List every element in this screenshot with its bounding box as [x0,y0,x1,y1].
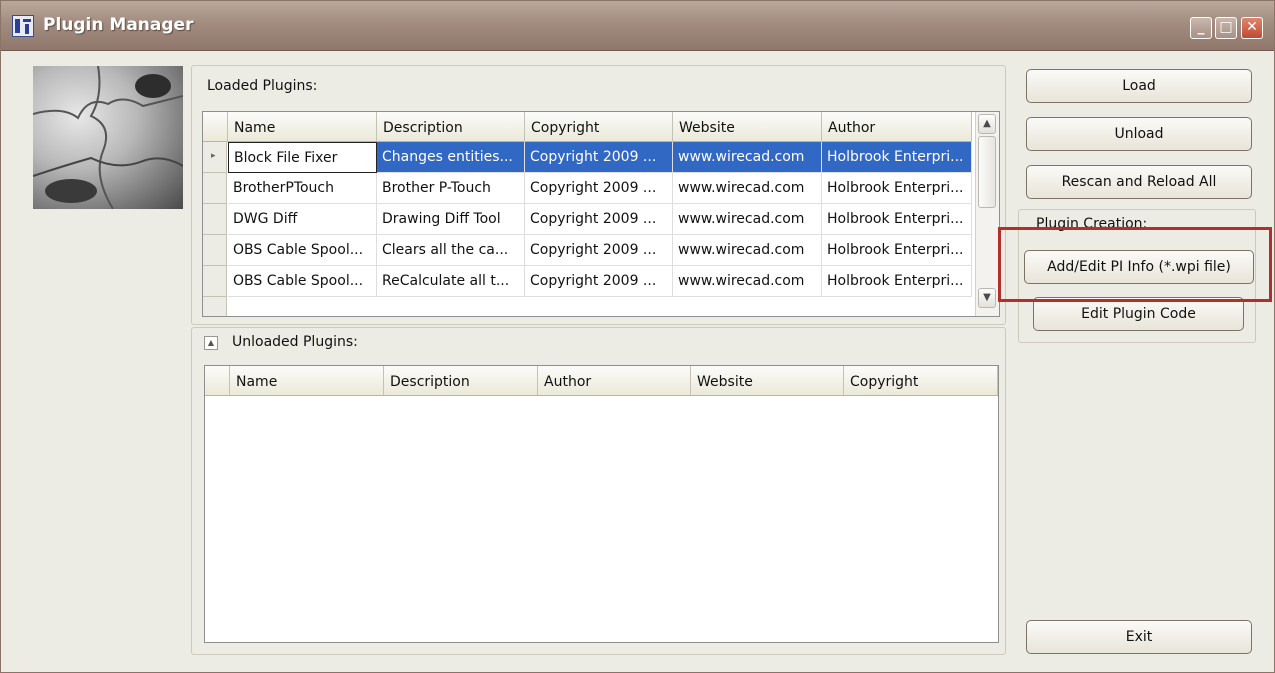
column-header-website[interactable]: Website [691,366,844,396]
load-button[interactable]: Load [1026,69,1252,103]
grid-cell[interactable]: DWG Diff [228,204,377,235]
grid-cell[interactable]: www.wirecad.com [673,204,822,235]
grid-cell[interactable]: Copyright 2009 ... [525,142,673,173]
column-header-name[interactable]: Name [228,112,377,142]
scroll-up-button[interactable]: ▲ [978,114,996,134]
rescan-reload-button[interactable]: Rescan and Reload All [1026,165,1252,199]
loaded-plugins-label: Loaded Plugins: [207,78,318,94]
grid-cell[interactable]: Holbrook Enterpri... [822,204,972,235]
plugin-manager-window: Plugin Manager _ □ ✕ Loaded Plugins: Nam… [0,0,1275,673]
minimize-icon: _ [1197,19,1205,35]
grid-cell[interactable]: Block File Fixer [228,142,377,173]
column-header-author[interactable]: Author [538,366,691,396]
grid-cell[interactable]: Brother P-Touch [377,173,525,204]
window-title: Plugin Manager [43,15,194,35]
grid-cell[interactable]: Holbrook Enterpri... [822,266,972,297]
loaded-plugins-grid[interactable]: Name Description Copyright Website Autho… [202,111,1000,317]
grid-corner [205,366,230,396]
edit-plugin-code-button[interactable]: Edit Plugin Code [1033,297,1244,331]
column-header-author[interactable]: Author [822,112,972,142]
grid-cell[interactable]: Copyright 2009 ... [525,266,673,297]
puzzle-image [33,66,183,209]
chevron-down-icon: ▼ [983,292,991,303]
grid-cell[interactable]: BrotherPTouch [228,173,377,204]
column-header-name[interactable]: Name [230,366,384,396]
row-header[interactable]: ▸ [203,142,227,173]
grid-cell[interactable]: Holbrook Enterpri... [822,142,972,173]
grid-corner [203,112,228,142]
grid-cell[interactable]: Drawing Diff Tool [377,204,525,235]
row-header[interactable] [203,266,227,297]
grid-cell[interactable]: Clears all the ca... [377,235,525,266]
chevron-up-icon: ▲ [983,118,991,129]
unloaded-plugins-grid[interactable]: Name Description Author Website Copyrigh… [204,365,999,643]
scroll-thumb[interactable] [978,136,996,208]
column-header-website[interactable]: Website [673,112,822,142]
column-header-description[interactable]: Description [377,112,525,142]
annotation-highlight-box [998,227,1272,302]
column-header-copyright[interactable]: Copyright [525,112,673,142]
grid-cell[interactable]: www.wirecad.com [673,142,822,173]
unload-button[interactable]: Unload [1026,117,1252,151]
current-row-icon: ▸ [211,151,216,161]
column-header-description[interactable]: Description [384,366,538,396]
row-header[interactable] [203,297,227,316]
row-header[interactable] [203,235,227,266]
unloaded-plugins-label: Unloaded Plugins: [232,334,358,350]
grid-cell[interactable]: OBS Cable Spool... [228,235,377,266]
close-button[interactable]: ✕ [1241,17,1263,39]
loaded-grid-scrollbar[interactable]: ▲ ▼ [975,112,999,316]
scroll-down-button[interactable]: ▼ [978,288,996,308]
grid-cell[interactable]: OBS Cable Spool... [228,266,377,297]
grid-cell[interactable]: Changes entities... [377,142,525,173]
exit-button[interactable]: Exit [1026,620,1252,654]
grid-cell[interactable]: www.wirecad.com [673,266,822,297]
minimize-button[interactable]: _ [1190,17,1212,39]
maximize-icon: □ [1219,19,1233,35]
grid-cell[interactable]: Copyright 2009 ... [525,204,673,235]
grid-cell[interactable]: www.wirecad.com [673,235,822,266]
row-header[interactable] [203,204,227,235]
plugin-manager-app-icon [12,15,34,37]
grid-cell[interactable]: Holbrook Enterpri... [822,235,972,266]
maximize-button[interactable]: □ [1215,17,1237,39]
grid-cell[interactable]: ReCalculate all t... [377,266,525,297]
title-bar[interactable]: Plugin Manager _ □ ✕ [1,1,1274,51]
column-header-copyright[interactable]: Copyright [844,366,998,396]
collapse-toggle-icon[interactable]: ▲ [204,336,218,350]
row-header[interactable] [203,173,227,204]
grid-cell[interactable]: Copyright 2009 ... [525,235,673,266]
grid-cell[interactable]: Holbrook Enterpri... [822,173,972,204]
grid-cell[interactable]: www.wirecad.com [673,173,822,204]
close-icon: ✕ [1246,19,1258,35]
grid-cell[interactable]: Copyright 2009 ... [525,173,673,204]
